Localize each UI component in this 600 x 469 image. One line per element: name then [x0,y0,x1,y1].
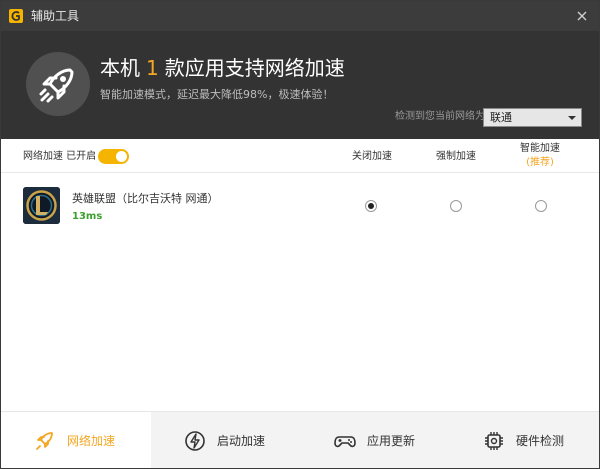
network-select-value: 联通 [490,111,512,124]
hero-title-prefix: 本机 [100,56,140,80]
game-name: 英雄联盟（比尔吉沃特 网通） [72,192,219,205]
nav-label: 硬件检测 [516,434,565,448]
nav-app-update[interactable]: 应用更新 [301,412,451,468]
gamepad-icon [334,436,356,448]
game-ping: 13ms [72,211,103,222]
nav-label: 网络加速 [67,434,116,448]
hero-title: 本机 1 款应用支持网络加速 [100,55,345,81]
chip-icon [485,432,503,450]
game-icon [23,187,60,224]
nav-label: 启动加速 [217,434,266,448]
lightning-icon [185,431,205,451]
rocket-badge [26,52,90,116]
radio-smart[interactable] [535,200,547,212]
acceleration-toggle[interactable] [98,149,129,164]
radio-off[interactable] [365,200,377,212]
acceleration-toggle-label: 网络加速 已开启 [23,151,97,162]
nav-label: 应用更新 [367,434,416,448]
column-header-off: 关闭加速 [352,151,392,162]
nav-network-acceleration[interactable]: 网络加速 [1,412,151,468]
rocket-icon [36,432,53,450]
radio-force[interactable] [450,200,462,212]
chevron-down-icon [568,116,576,120]
radio-selected-dot [368,203,374,209]
network-detect-label: 检测到您当前网络为 [395,111,485,122]
nav-hardware-check[interactable]: 硬件检测 [450,412,599,468]
rocket-icon [39,68,74,103]
title-bar[interactable]: 辅助工具 [1,1,599,31]
hero-banner: 本机 1 款应用支持网络加速 智能加速模式，延迟最大降低98%，极速体验！ 检测到您… [1,31,599,139]
app-logo-icon [9,9,23,23]
app-count: 1 [146,56,159,80]
recommend-badge: (推荐) [526,157,554,168]
close-icon[interactable] [573,7,591,25]
network-select[interactable]: 联通 [483,108,582,127]
table-row: 英雄联盟（比尔吉沃特 网通） 13ms [1,174,599,236]
bottom-nav: 网络加速 启动加速 应用更新 硬件检测 [1,411,599,468]
column-header-smart-label: 智能加速 [520,143,560,154]
table-header: 网络加速 已开启 关闭加速 强制加速 智能加速 (推荐) [1,139,599,173]
column-header-smart: 智能加速 (推荐) [515,143,565,169]
column-header-force: 强制加速 [436,151,476,162]
toggle-knob [116,151,127,162]
app-window: 辅助工具 本机 1 款应用支持网络加速 智能加速模式，延迟最大降低98%，极速体验 [0,0,600,469]
window-title: 辅助工具 [31,9,80,23]
hero-subtitle: 智能加速模式，延迟最大降低98%，极速体验！ [100,88,334,101]
hero-title-suffix: 款应用支持网络加速 [164,56,345,80]
nav-startup-acceleration[interactable]: 启动加速 [151,412,301,468]
league-logo-icon [23,187,60,224]
